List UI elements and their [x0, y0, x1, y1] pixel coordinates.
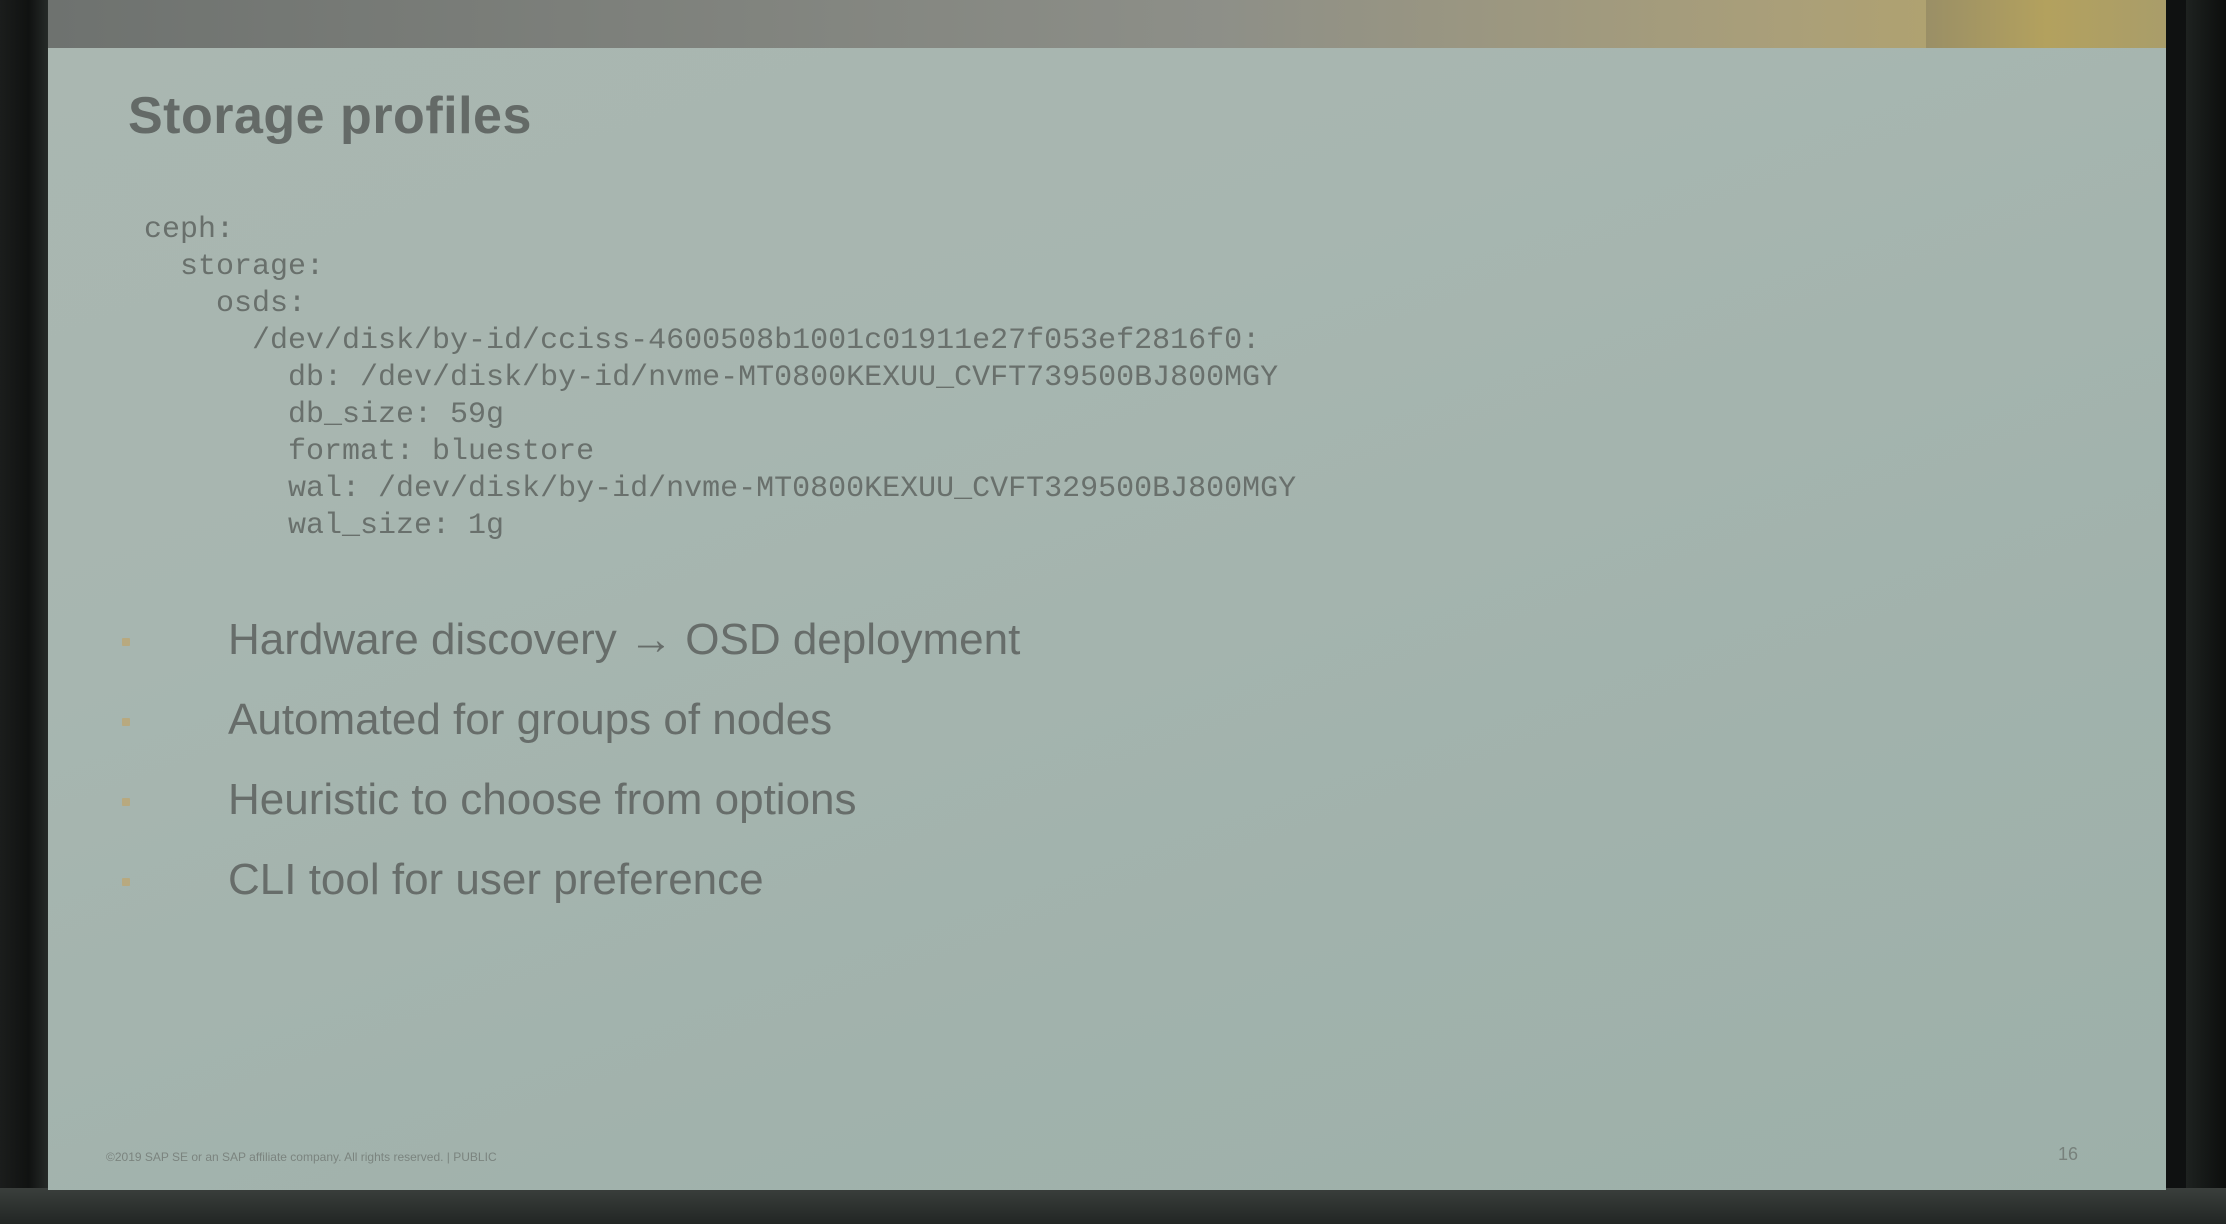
- room-left-edge: [0, 0, 48, 1224]
- slide-title: Storage profiles: [128, 87, 532, 145]
- code-line: osds:: [144, 287, 307, 321]
- projected-slide: Storage profiles ceph: storage: osds: /d…: [48, 0, 2166, 1190]
- code-line: wal: /dev/disk/by-id/nvme-MT0800KEXUU_CV…: [144, 472, 1297, 506]
- code-line: db_size: 59g: [144, 398, 505, 432]
- code-line: format: bluestore: [144, 435, 595, 469]
- slide-top-band: [48, 0, 2166, 48]
- bullet-text: Hardware discovery → OSD deployment: [228, 615, 1021, 664]
- code-line: db: /dev/disk/by-id/nvme-MT0800KEXUU_CVF…: [144, 361, 1279, 395]
- room-bottom-edge: [0, 1188, 2226, 1224]
- bullet-text: Automated for groups of nodes: [228, 695, 833, 744]
- bullet-text: Heuristic to choose from options: [228, 775, 857, 824]
- bullet-marker-icon: [122, 718, 130, 726]
- code-line: ceph:: [144, 213, 235, 247]
- bullet-marker-icon: [122, 798, 130, 806]
- page-number: 16: [2057, 1144, 2078, 1164]
- room-right-edge: [2186, 0, 2226, 1224]
- code-line: wal_size: 1g: [144, 509, 505, 543]
- bullet-marker-icon: [122, 878, 130, 886]
- slide-footer: ©2019 SAP SE or an SAP affiliate company…: [106, 1150, 497, 1164]
- brand-accent-block: [1926, 0, 2166, 48]
- bullet-marker-icon: [122, 638, 130, 646]
- yaml-code-block: ceph: storage: osds: /dev/disk/by-id/cci…: [144, 212, 1296, 545]
- bullet-text: CLI tool for user preference: [228, 855, 764, 904]
- code-line: /dev/disk/by-id/cciss-4600508b1001c01911…: [144, 324, 1261, 358]
- code-line: storage:: [144, 250, 325, 284]
